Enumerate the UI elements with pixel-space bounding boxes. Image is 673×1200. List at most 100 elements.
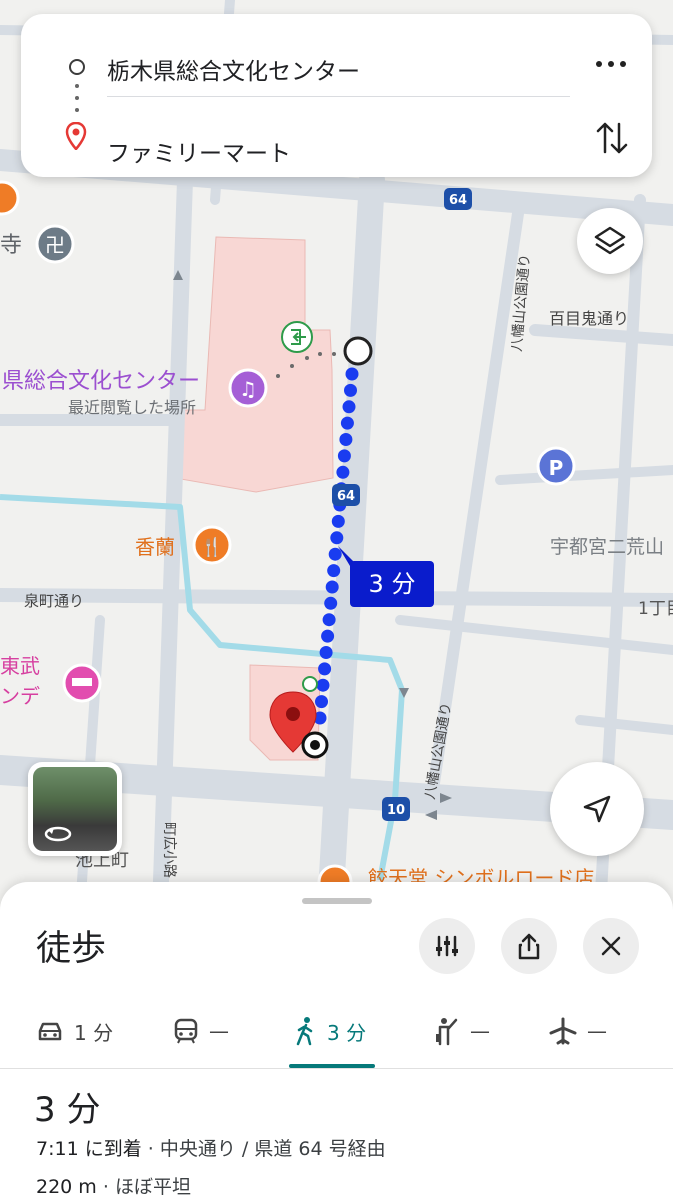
more-options-button[interactable] (591, 44, 631, 84)
route-10-shield: 10 (382, 797, 410, 821)
destination-input[interactable]: ファミリーマート (107, 134, 291, 168)
map-label-temple: 寺 (0, 233, 22, 258)
hotel-icon[interactable] (62, 663, 102, 703)
route-64-shield-mid: 64 (332, 484, 360, 506)
tab-walk[interactable]: 3 分 (293, 994, 366, 1068)
origin-circle-icon (69, 59, 85, 75)
tab-transit[interactable]: — (173, 994, 229, 1068)
parking-icon[interactable]: P (536, 446, 576, 486)
car-icon (38, 1022, 62, 1041)
tab-walk-label: 3 分 (327, 1020, 367, 1045)
walk-route-dot (337, 449, 351, 463)
tab-car[interactable]: 1 分 (36, 994, 113, 1068)
destination-pin-small-icon (65, 122, 87, 150)
walk-route-dot (324, 596, 338, 610)
restaurant-icon[interactable]: 🍴 (192, 525, 232, 565)
bubble-pointer (338, 546, 354, 566)
walking-icon (296, 1017, 313, 1046)
swap-button[interactable] (593, 118, 631, 158)
music-venue-icon[interactable]: ♫ (228, 368, 268, 408)
layers-icon (594, 226, 626, 255)
route-distance: 220 m (36, 1176, 97, 1198)
sheet-title: 徒歩 (36, 929, 107, 969)
walk-route-dot (331, 514, 345, 528)
map-label-machihiro-koji: 町広小路 (161, 822, 177, 878)
walk-route-dot (321, 629, 335, 643)
route-duration: 3 分 (34, 1090, 101, 1130)
arrival-time: 7:11 に到着 (36, 1138, 142, 1160)
poi-partial-icon[interactable] (0, 180, 20, 216)
tab-ride[interactable]: — (434, 994, 490, 1068)
tab-flight[interactable]: — (549, 994, 607, 1068)
share-button[interactable] (501, 918, 557, 974)
my-location-button[interactable] (550, 762, 644, 856)
route-time-label: 3 分 (368, 570, 416, 598)
temple-icon[interactable]: 卍 (35, 224, 75, 264)
walk-route-dot (316, 678, 330, 692)
svg-text:10: 10 (387, 803, 405, 818)
route-via: · 中央通り / 県道 64 号経由 (141, 1138, 386, 1160)
options-button[interactable] (419, 918, 475, 974)
divider (0, 1068, 673, 1069)
directions-card: 栃木県総合文化センター ファミリーマート (21, 14, 652, 177)
sheet-drag-handle[interactable] (302, 898, 372, 904)
map-label-hyakume-kito: 百目鬼通り (549, 309, 629, 328)
svg-text:♫: ♫ (239, 377, 257, 401)
more-horizontal-icon (596, 61, 626, 67)
route-terrain: · ほぼ平坦 (96, 1176, 191, 1198)
share-icon (518, 933, 540, 960)
walk-route-dot (342, 400, 356, 414)
street-view-thumbnail[interactable] (28, 762, 122, 856)
swap-vertical-icon (596, 122, 628, 154)
tab-car-label: 1 分 (74, 1020, 114, 1045)
walk-route-dot (319, 646, 333, 659)
walk-route-dot (330, 531, 344, 545)
navigation-arrow-icon (583, 795, 611, 823)
walk-route-dot (315, 695, 328, 709)
close-icon (601, 936, 621, 956)
tab-ride-label: — (470, 1019, 490, 1043)
svg-text:64: 64 (449, 193, 467, 208)
svg-text:P: P (549, 456, 564, 480)
route-arrival-info: 7:11 に到着 · 中央通り / 県道 64 号経由 (36, 1134, 386, 1161)
map-label-cultural-center[interactable]: 県総合文化センター (2, 369, 200, 394)
travel-mode-tabs: 1 分 — 3 分 — — (0, 994, 673, 1068)
route-connector-dots (75, 84, 79, 124)
rotate-360-icon (44, 826, 72, 842)
tab-transit-label: — (209, 1019, 229, 1043)
map-label-recently-viewed: 最近閲覧した場所 (68, 398, 196, 417)
route-time-bubble[interactable]: 3 分 (350, 561, 434, 607)
route-distance-info: 220 m · ほぼ平坦 (36, 1172, 191, 1199)
svg-text:🍴: 🍴 (201, 536, 223, 558)
airplane-icon (549, 1017, 577, 1045)
walk-route-dot (340, 416, 354, 430)
walk-route-dot (339, 433, 353, 446)
svg-text:卍: 卍 (45, 233, 65, 257)
walk-route-dot (344, 383, 357, 397)
ride-hailing-icon (436, 1018, 458, 1046)
route-destination-marker[interactable] (301, 731, 329, 759)
route-origin-marker[interactable] (343, 336, 373, 366)
tune-icon (436, 935, 458, 957)
tab-flight-label: — (587, 1019, 607, 1043)
map-label-korakan[interactable]: 香蘭 (135, 535, 175, 559)
close-button[interactable] (583, 918, 639, 974)
layers-button[interactable] (577, 208, 643, 274)
map-label-utsunomiya-futaara: 宇都宮二荒山 (550, 536, 664, 558)
divider (107, 96, 570, 97)
walk-route-dot (322, 613, 336, 627)
map-label-izumicho-dori: 泉町通り (24, 592, 84, 610)
train-icon (174, 1018, 198, 1044)
svg-text:64: 64 (337, 489, 355, 504)
map-label-itchome: 1丁目 (638, 599, 673, 619)
origin-input[interactable]: 栃木県総合文化センター (107, 52, 360, 86)
entrance-icon (281, 321, 313, 353)
walk-route-dot (345, 367, 359, 381)
walk-route-dot (325, 580, 339, 594)
map-label-tobu-2[interactable]: ンデ (0, 684, 40, 708)
walk-route-dot (318, 662, 332, 676)
route-64-shield-top: 64 (444, 188, 472, 210)
walk-route-dot (336, 465, 350, 479)
bottom-sheet: 徒歩 1 分 — 3 分 — — 3 分 7:11 に到着 · 中央通り / 県… (0, 882, 673, 1200)
map-label-tobu-1[interactable]: 東武 (0, 654, 40, 678)
